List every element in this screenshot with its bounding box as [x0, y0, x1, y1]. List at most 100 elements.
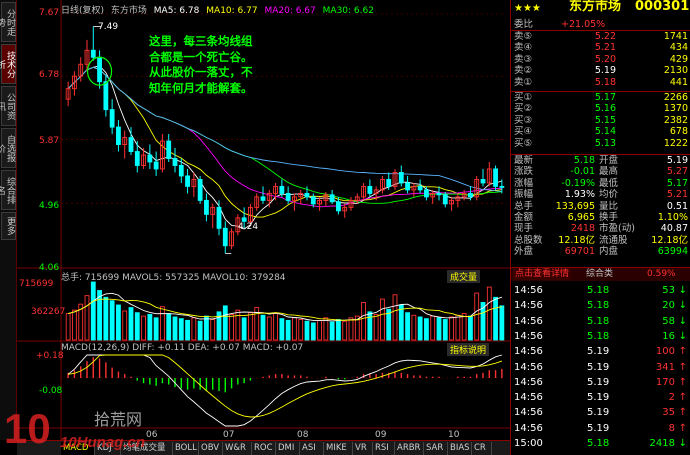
tick-price: 5.19: [587, 407, 610, 419]
ask-volume: 2130: [663, 65, 688, 77]
ask-level-label: 卖①: [514, 76, 533, 88]
volume-bar-down: [398, 304, 404, 341]
tick-price: 5.18: [587, 315, 610, 327]
volume-bar-down: [166, 313, 172, 341]
candle-down: [417, 185, 423, 191]
tick-row: 14:56 5.19 100 ↑: [511, 345, 690, 359]
indicator-tab-arbr[interactable]: ARBR: [395, 442, 424, 455]
candle-down: [493, 168, 498, 187]
bid-volume: 1370: [663, 103, 688, 115]
indicator-tab-asi[interactable]: ASI: [300, 442, 324, 455]
indicator-tab-vr[interactable]: VR: [353, 442, 373, 455]
arrow-up-icon: ↑: [678, 376, 687, 388]
volume-bar-up: [317, 319, 322, 341]
indicator-tab-wr[interactable]: W&R: [223, 442, 252, 455]
candle-down: [178, 165, 184, 177]
site-watermark: 10 拾荒网 10Hunag.cn: [4, 405, 145, 452]
volume-bar-down: [279, 318, 285, 341]
kline-chart-svg[interactable]: [17, 0, 510, 440]
quote-value: 5.21: [666, 189, 688, 201]
left-tab-3[interactable]: 自选报价: [0, 128, 16, 168]
left-tab-0[interactable]: 分时走势: [0, 2, 16, 42]
tick-price: 5.19: [587, 392, 610, 404]
candle-down: [480, 178, 486, 184]
indicator-tab-obv[interactable]: OBV: [199, 442, 223, 455]
ask-row: 卖⑤ 5.22 1741: [511, 31, 690, 42]
volume-bar-down: [116, 304, 121, 341]
weibi-row: 委比 +21.05%: [511, 19, 690, 30]
quote-label: 内盘: [599, 246, 619, 258]
volume-bar-down: [128, 307, 134, 341]
ma20-label: MA20: 6.67: [264, 6, 316, 16]
tick-time: 14:56: [514, 346, 543, 358]
tick-price: 5.18: [587, 285, 610, 296]
volume-bar-up: [323, 317, 329, 341]
bid-row: 买⑤ 5.13 1222: [511, 138, 690, 149]
ask-level-label: 卖②: [514, 65, 533, 77]
indicator-tab-roc[interactable]: ROC: [252, 442, 276, 455]
indicator-tab-cr[interactable]: CR: [472, 442, 492, 455]
panel-divider: [511, 154, 690, 155]
indicator-tab-dmi[interactable]: DMI: [276, 442, 300, 455]
candle-down: [468, 192, 473, 198]
quote-label: 量比: [599, 200, 619, 212]
weibi-value: +21.05%: [561, 19, 606, 30]
quote-label: 涨幅: [514, 177, 534, 189]
ma10-label: MA10: 6.77: [206, 6, 258, 16]
left-tab-4[interactable]: 综合排名: [0, 170, 16, 210]
quote-label: 流通股: [599, 234, 628, 246]
bid-level-label: 买①: [514, 92, 533, 103]
quote-value: -0.19%: [561, 177, 595, 189]
watermark-number: 10: [4, 405, 51, 452]
indicator-tab-mike[interactable]: MIKE: [324, 442, 353, 455]
quote-label: 开盘: [599, 155, 619, 166]
bid-row: 买① 5.17 2266: [511, 92, 690, 103]
arrow-down-icon: ↓: [678, 315, 687, 327]
month-label: 07: [223, 430, 235, 440]
price-axis-label: 7.67: [39, 8, 60, 18]
volume-axis-label: 362267: [31, 307, 66, 317]
chart-header: 日线(复权) 东方市场 MA5: 6.78 MA10: 6.77 MA20: 6…: [61, 3, 374, 16]
indicator-tab-sar[interactable]: SAR: [424, 442, 448, 455]
candle-down: [436, 192, 442, 196]
tick-time: 14:56: [514, 361, 543, 373]
indicator-tab-boll[interactable]: BOLL: [173, 442, 199, 455]
volume-bar-down: [109, 300, 115, 341]
quote-row: 现手 2418 市盈(动) 40.87: [511, 223, 690, 234]
volume-indicator-button[interactable]: 成交量: [447, 270, 481, 283]
left-tab-5[interactable]: 更多: [1, 212, 16, 240]
volume-bar-down: [442, 319, 448, 341]
tick-time: 14:56: [514, 315, 543, 327]
arrow-down-icon: ↓: [678, 300, 687, 312]
comment-line: 合都是一个死亡谷。: [149, 49, 253, 64]
volume-bar-down: [241, 317, 247, 341]
candle-down: [241, 217, 247, 222]
volume-bar-down: [417, 316, 423, 341]
low-price-annotation: 4.24: [238, 222, 259, 232]
ask-volume: 434: [669, 42, 688, 54]
indicator-tab-bias[interactable]: BIAS: [448, 442, 472, 455]
quote-value: 133,695: [555, 200, 595, 212]
tick-price: 5.19: [587, 376, 610, 388]
left-tab-1[interactable]: 技术分析: [0, 44, 16, 84]
bid-price: 5.13: [594, 137, 616, 149]
indicator-help-button[interactable]: 指标说明: [447, 343, 490, 356]
indicator-tab-rsi[interactable]: RSI: [373, 442, 395, 455]
bid-volume: 1222: [663, 137, 688, 149]
tick-row: 14:56 5.19 341 ↑: [511, 361, 690, 375]
candle-down: [424, 189, 429, 198]
tick-price: 5.18: [587, 438, 610, 449]
bid-level-label: 买②: [514, 103, 533, 115]
volume-bar-down: [304, 320, 310, 341]
category-tab[interactable]: 综合类: [586, 269, 613, 280]
tick-price: 5.19: [587, 422, 610, 434]
panel-tab-row: 点击查看详情 综合类 0.59%: [511, 268, 690, 281]
volume-bar-down: [285, 319, 291, 341]
left-tab-2[interactable]: 公司资讯: [0, 86, 16, 126]
quote-label: 均价: [599, 189, 619, 201]
ask-volume: 429: [669, 53, 688, 65]
detail-tab[interactable]: 点击查看详情: [513, 269, 572, 280]
kline-chart-area[interactable]: 日线(复权) 东方市场 MA5: 6.78 MA10: 6.77 MA20: 6…: [17, 0, 510, 440]
bid-volume: 678: [669, 126, 688, 138]
ask-volume: 441: [669, 76, 688, 88]
